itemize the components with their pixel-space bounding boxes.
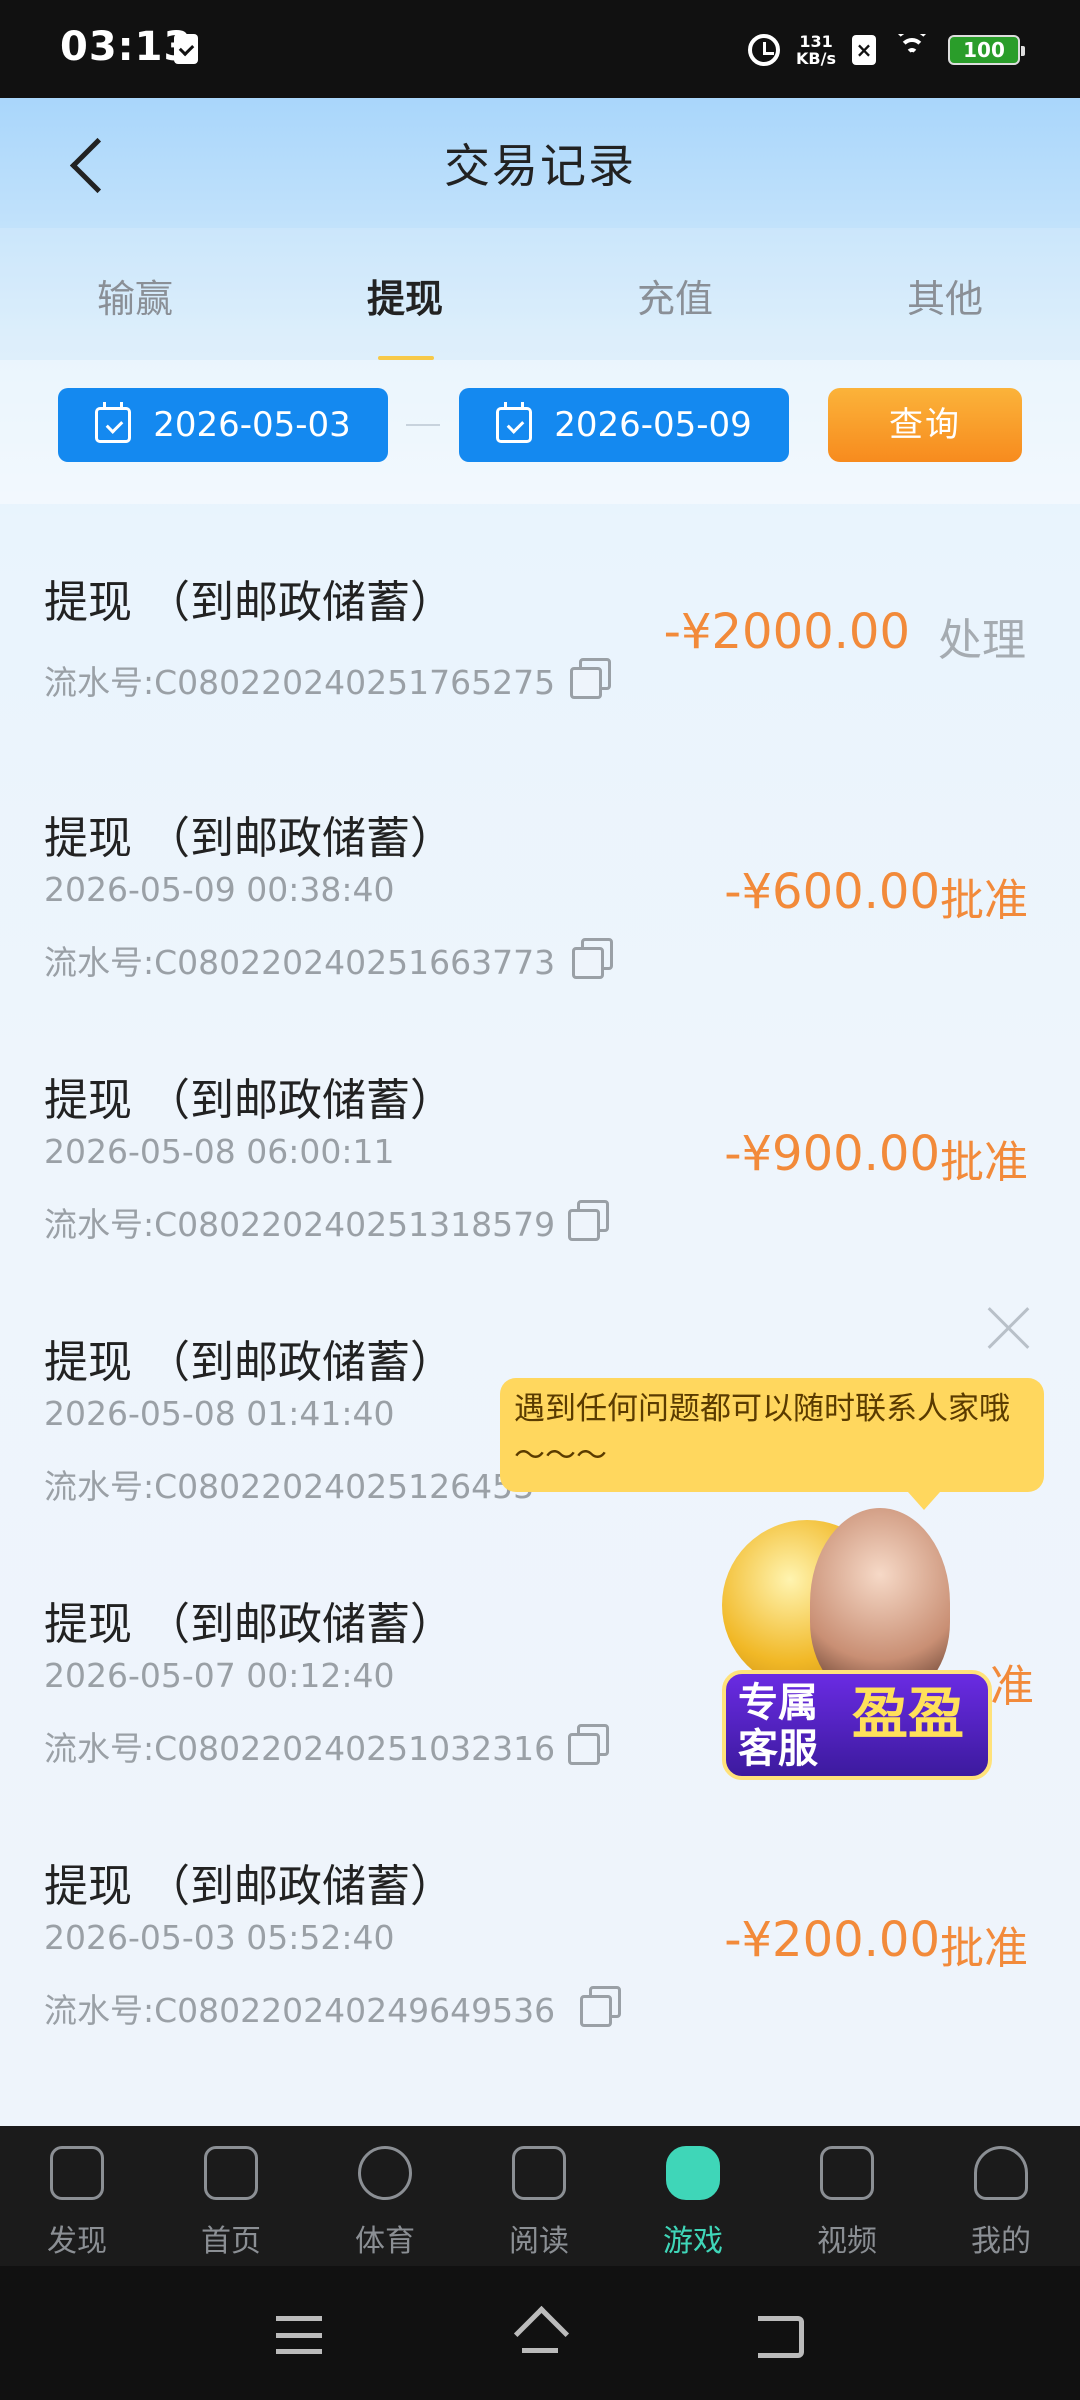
end-date-button[interactable]: 2026-05-09 — [459, 388, 789, 462]
tab-recharge[interactable]: 充值 — [540, 268, 810, 323]
system-nav-bar — [0, 2266, 1080, 2400]
customer-service-badge[interactable]: 专属 客服 盈盈 — [692, 1500, 1012, 1790]
transaction-serial: 流水号:C08022024025126453 — [44, 1467, 535, 1506]
header: 交易记录 — [0, 98, 1080, 228]
net-speed-value: 131 — [799, 32, 833, 51]
badge-name: 盈盈 — [852, 1682, 964, 1747]
gamepad-icon — [666, 2146, 720, 2200]
transaction-title: 提现 （到邮政储蓄） — [44, 813, 454, 864]
home-icon — [204, 2146, 258, 2200]
nav-label: 视频 — [817, 2224, 877, 2259]
nav-games[interactable]: 游戏 — [616, 2126, 770, 2266]
transaction-title: 提现 （到邮政储蓄） — [44, 1599, 454, 1650]
start-date-label: 2026-05-03 — [153, 405, 351, 445]
video-icon — [820, 2146, 874, 2200]
user-icon — [974, 2146, 1028, 2200]
nav-sports[interactable]: 体育 — [308, 2126, 462, 2266]
nav-video[interactable]: 视频 — [770, 2126, 924, 2266]
net-speed-unit: KB/s — [796, 49, 836, 68]
transaction-time: 2026-05-07 00:12:40 — [44, 1656, 395, 1695]
page-title: 交易记录 — [444, 139, 636, 193]
back-icon[interactable] — [758, 2316, 804, 2358]
tab-win-loss[interactable]: 输赢 — [0, 268, 270, 323]
transaction-item[interactable]: 提现 （到邮政储蓄） 流水号:C08022024025176527​5 -¥20… — [0, 504, 1080, 754]
transaction-title: 提现 （到邮政储蓄） — [44, 1861, 454, 1912]
transaction-time: 2026-05-09 00:38:40 — [44, 870, 395, 909]
nav-label: 首页 — [201, 2224, 261, 2259]
transaction-time: 2026-05-08 01:41:40 — [44, 1394, 395, 1433]
date-range-separator — [406, 424, 440, 426]
nav-label: 阅读 — [509, 2224, 569, 2259]
tab-bar: 输赢 提现 充值 其他 — [0, 228, 1080, 360]
bottom-nav: 发现 首页 体育 阅读 游戏 视频 我的 — [0, 2126, 1080, 2266]
nav-mine[interactable]: 我的 — [924, 2126, 1078, 2266]
copy-icon[interactable] — [570, 658, 611, 699]
transaction-status: 批准 — [940, 1923, 1028, 1974]
transaction-serial: 流水号:C08022024025166377​3 — [44, 943, 556, 982]
transaction-amount: -¥200.00 — [724, 1912, 940, 1968]
basketball-icon — [358, 2146, 412, 2200]
book-icon — [512, 2146, 566, 2200]
transaction-status: 批准 — [940, 875, 1028, 926]
transaction-serial: 流水号:C08022024025131857​9 — [44, 1205, 556, 1244]
tab-other[interactable]: 其他 — [810, 268, 1080, 323]
query-button[interactable]: 查询 — [828, 388, 1022, 462]
copy-icon[interactable] — [572, 938, 613, 979]
tab-withdraw[interactable]: 提现 — [270, 268, 540, 323]
calendar-icon — [496, 402, 533, 443]
transaction-time: 2026-05-08 06:00:11 — [44, 1132, 395, 1171]
transaction-time: 2026-05-03 05:52:40 — [44, 1918, 395, 1957]
close-icon[interactable] — [985, 1304, 1033, 1352]
copy-icon[interactable] — [568, 1724, 609, 1765]
nav-label: 游戏 — [663, 2224, 723, 2259]
date-filter: 2026-05-03 2026-05-09 查询 — [0, 360, 1080, 504]
copy-icon[interactable] — [568, 1200, 609, 1241]
nav-home[interactable]: 首页 — [154, 2126, 308, 2266]
nav-label: 发现 — [47, 2224, 107, 2259]
transaction-item[interactable]: 提现 （到邮政储蓄） 2026-05-03 05:52:40 流水号:C0802… — [0, 1788, 1080, 2038]
net-speed: 131 KB/s — [796, 33, 836, 67]
wifi-icon — [892, 34, 932, 66]
transaction-serial: 流水号:C08022024025176527​5 — [44, 663, 556, 702]
app-screen: 交易记录 输赢 提现 充值 其他 2026-05-03 2026-05-09 查… — [0, 98, 1080, 2126]
clipboard-icon — [174, 34, 198, 64]
status-bar: 03:13 131 KB/s × 100 — [0, 0, 1080, 98]
transaction-status: 处理 — [938, 615, 1026, 666]
transaction-status: 批准 — [940, 1137, 1028, 1188]
copy-icon[interactable] — [580, 1986, 621, 2027]
menu-icon[interactable] — [276, 2316, 322, 2354]
transaction-amount: -¥900.00 — [724, 1126, 940, 1182]
start-date-button[interactable]: 2026-05-03 — [58, 388, 388, 462]
transaction-item[interactable]: 提现 （到邮政储蓄） 2026-05-08 06:00:11 流水号:C0802… — [0, 1002, 1080, 1252]
nav-label: 我的 — [971, 2224, 1031, 2259]
nav-reading[interactable]: 阅读 — [462, 2126, 616, 2266]
transaction-serial: 流水号:C08022024025103231​6 — [44, 1729, 556, 1768]
end-date-label: 2026-05-09 — [554, 405, 752, 445]
home-icon[interactable] — [514, 2310, 566, 2358]
transaction-title: 提现 （到邮政储蓄） — [44, 577, 454, 628]
alarm-icon — [748, 34, 781, 66]
calendar-icon — [95, 402, 132, 443]
people-icon — [50, 2146, 104, 2200]
battery-icon: 100 — [948, 35, 1025, 65]
transaction-item[interactable]: 提现 （到邮政储蓄） 2026-05-09 00:38:40 流水号:C0802… — [0, 740, 1080, 990]
transaction-title: 提现 （到邮政储蓄） — [44, 1337, 454, 1388]
nav-label: 体育 — [355, 2224, 415, 2259]
status-icons: 131 KB/s × 100 — [748, 28, 1025, 72]
transaction-title: 提现 （到邮政储蓄） — [44, 1075, 454, 1126]
customer-service-label: 专属 客服 盈盈 — [722, 1670, 992, 1780]
transaction-amount: -¥2000.00 — [663, 604, 910, 660]
transaction-amount: -¥600.00 — [724, 864, 940, 920]
support-message-bubble: 遇到任何问题都可以随时联系人家哦～～～ — [500, 1378, 1044, 1510]
no-sim-icon: × — [852, 35, 876, 65]
status-time: 03:13 — [60, 24, 193, 70]
transaction-serial: 流水号:C08022024024964953​6 — [44, 1991, 556, 2030]
nav-discover[interactable]: 发现 — [0, 2126, 154, 2266]
